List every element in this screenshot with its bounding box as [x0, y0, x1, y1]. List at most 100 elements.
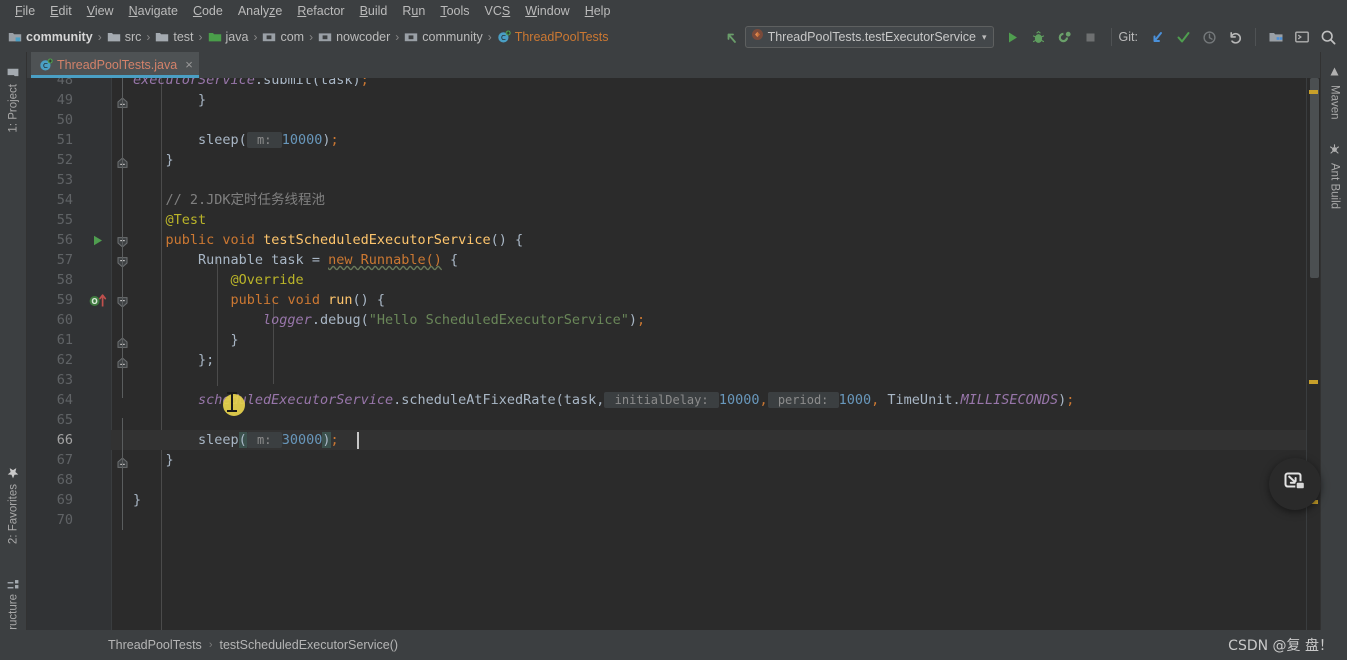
breadcrumb-item-nowcoder[interactable]: nowcoder: [318, 30, 394, 44]
code-token: // 2.JDK定时任务线程池: [133, 192, 326, 208]
status-breadcrumb-item[interactable]: ThreadPoolTests: [108, 638, 202, 652]
code-token: ;: [1066, 392, 1075, 408]
close-icon[interactable]: ×: [185, 58, 193, 71]
editor-tab-strip: C ThreadPoolTests.java ×: [27, 52, 1320, 78]
breadcrumb-label: nowcoder: [336, 30, 391, 44]
rollback-icon[interactable]: [1222, 24, 1248, 50]
code-line[interactable]: 59 public void run() {: [27, 290, 1320, 310]
code-line[interactable]: 60 logger.debug("Hello ScheduledExecutor…: [27, 310, 1320, 330]
menu-item-navigate[interactable]: Navigate: [122, 2, 185, 21]
menu-item-run[interactable]: Run: [395, 2, 432, 21]
menu-item-file[interactable]: File: [8, 2, 42, 21]
menu-item-window[interactable]: Window: [518, 2, 576, 21]
breadcrumb-item-com[interactable]: com: [262, 30, 308, 44]
code-line[interactable]: 62 };: [27, 350, 1320, 370]
code-line[interactable]: 50: [27, 110, 1320, 130]
warning-marker[interactable]: [1309, 90, 1318, 94]
code-token: @Override: [133, 272, 304, 288]
code-text: sleep( m: 30000);: [133, 430, 339, 450]
status-breadcrumb-item[interactable]: testScheduledExecutorService(): [219, 638, 398, 652]
code-line[interactable]: 70: [27, 510, 1320, 530]
tool-window-tab-favorites[interactable]: 2: Favorites: [0, 460, 27, 548]
debug-button[interactable]: [1026, 24, 1052, 50]
warning-marker[interactable]: [1309, 380, 1318, 384]
menu-item-edit[interactable]: Edit: [43, 2, 79, 21]
search-icon[interactable]: [1315, 24, 1341, 50]
tool-window-tab-ant-build[interactable]: Ant Build: [1321, 140, 1347, 213]
svg-text:C: C: [43, 62, 48, 70]
code-lines: 48 executorService.submit(task); 49 } 50 51 …: [27, 78, 1320, 630]
update-project-icon[interactable]: [1144, 24, 1170, 50]
menu-item-refactor[interactable]: Refactor: [290, 2, 351, 21]
chevron-down-icon[interactable]: ▾: [982, 32, 987, 43]
profile-button[interactable]: [1052, 24, 1078, 50]
code-line[interactable]: 53: [27, 170, 1320, 190]
code-line[interactable]: 61 }: [27, 330, 1320, 350]
code-line[interactable]: 65: [27, 410, 1320, 430]
run-button[interactable]: [1000, 24, 1026, 50]
tool-window-tab-maven[interactable]: Maven: [1321, 62, 1347, 124]
breadcrumb-item-community[interactable]: community: [404, 30, 486, 44]
menu-item-vcs[interactable]: VCS: [478, 2, 518, 21]
menu-item-view[interactable]: View: [80, 2, 121, 21]
code-line[interactable]: 66 sleep( m: 30000);: [27, 430, 1320, 450]
code-line[interactable]: 69}: [27, 490, 1320, 510]
code-line[interactable]: 56 public void testScheduledExecutorServ…: [27, 230, 1320, 250]
line-number: 54: [56, 192, 73, 208]
code-line[interactable]: 68: [27, 470, 1320, 490]
run-config-label: ThreadPoolTests.testExecutorService: [767, 30, 977, 44]
menu-item-analyze[interactable]: Analyze: [231, 2, 289, 21]
code-line[interactable]: 48 executorService.submit(task);: [27, 78, 1320, 90]
code-editor[interactable]: 48 executorService.submit(task); 49 } 50 51 …: [27, 78, 1320, 630]
code-line[interactable]: 55 @Test: [27, 210, 1320, 230]
code-token: ): [322, 432, 331, 448]
breadcrumb-item-java[interactable]: java: [208, 30, 253, 44]
breadcrumb-item-test[interactable]: test: [155, 30, 197, 44]
commit-icon[interactable]: [1170, 24, 1196, 50]
breadcrumb-item-src[interactable]: src: [107, 30, 146, 44]
stop-button: [1078, 24, 1104, 50]
tool-window-tab-label: 2: Favorites: [7, 484, 20, 545]
line-number: 69: [56, 492, 73, 508]
main-toolbar: ThreadPoolTests.testExecutorService ▾ Gi…: [719, 24, 1347, 50]
code-token: logger: [263, 312, 312, 328]
breadcrumb-separator: ›: [309, 30, 314, 44]
breadcrumb-label: community: [26, 30, 93, 44]
code-line[interactable]: 51 sleep( m: 10000);: [27, 130, 1320, 150]
menu-item-help[interactable]: Help: [578, 2, 618, 21]
terminal-icon[interactable]: [1289, 24, 1315, 50]
tool-window-tab-label: Ant Build: [1328, 163, 1341, 210]
editor-marker-bar[interactable]: [1306, 78, 1320, 630]
breadcrumb-item-community[interactable]: community: [8, 30, 97, 44]
code-line[interactable]: 54 // 2.JDK定时任务线程池: [27, 190, 1320, 210]
run-configuration-selector[interactable]: ThreadPoolTests.testExecutorService ▾: [744, 26, 994, 48]
line-number: 63: [56, 372, 73, 388]
tool-window-tab-project[interactable]: 1: Project: [0, 60, 27, 137]
code-line[interactable]: 49 }: [27, 90, 1320, 110]
code-line[interactable]: 63: [27, 370, 1320, 390]
code-line[interactable]: 52 }: [27, 150, 1320, 170]
tool-window-tab-label: 1: Project: [7, 84, 20, 133]
project-structure-icon[interactable]: [1263, 24, 1289, 50]
run-test-gutter-icon[interactable]: [91, 234, 105, 248]
left-tool-window-bar: 1: Project 2: Favorites 7: Structure: [0, 52, 27, 660]
pip-restore-button[interactable]: [1269, 458, 1321, 510]
svg-text:O: O: [91, 297, 97, 306]
line-number: 66: [56, 432, 73, 448]
editor-tab[interactable]: C ThreadPoolTests.java ×: [31, 52, 199, 78]
code-token: (task): [311, 78, 361, 88]
menu-item-tools[interactable]: Tools: [433, 2, 476, 21]
back-arrow-icon[interactable]: [719, 24, 745, 50]
line-number: 51: [56, 132, 73, 148]
code-line[interactable]: 67 }: [27, 450, 1320, 470]
code-line[interactable]: 57 Runnable task = new Runnable() {: [27, 250, 1320, 270]
menu-item-build[interactable]: Build: [353, 2, 395, 21]
breadcrumb-item-threadpooltests[interactable]: C ThreadPoolTests: [497, 30, 613, 44]
code-line[interactable]: 64 scheduledExecutorService.scheduleAtFi…: [27, 390, 1320, 410]
code-line[interactable]: 58 @Override: [27, 270, 1320, 290]
toolbar-divider: [1110, 28, 1112, 46]
editor-scrollbar-thumb[interactable]: [1310, 78, 1319, 278]
code-text: }: [133, 450, 174, 470]
menu-item-code[interactable]: Code: [186, 2, 230, 21]
